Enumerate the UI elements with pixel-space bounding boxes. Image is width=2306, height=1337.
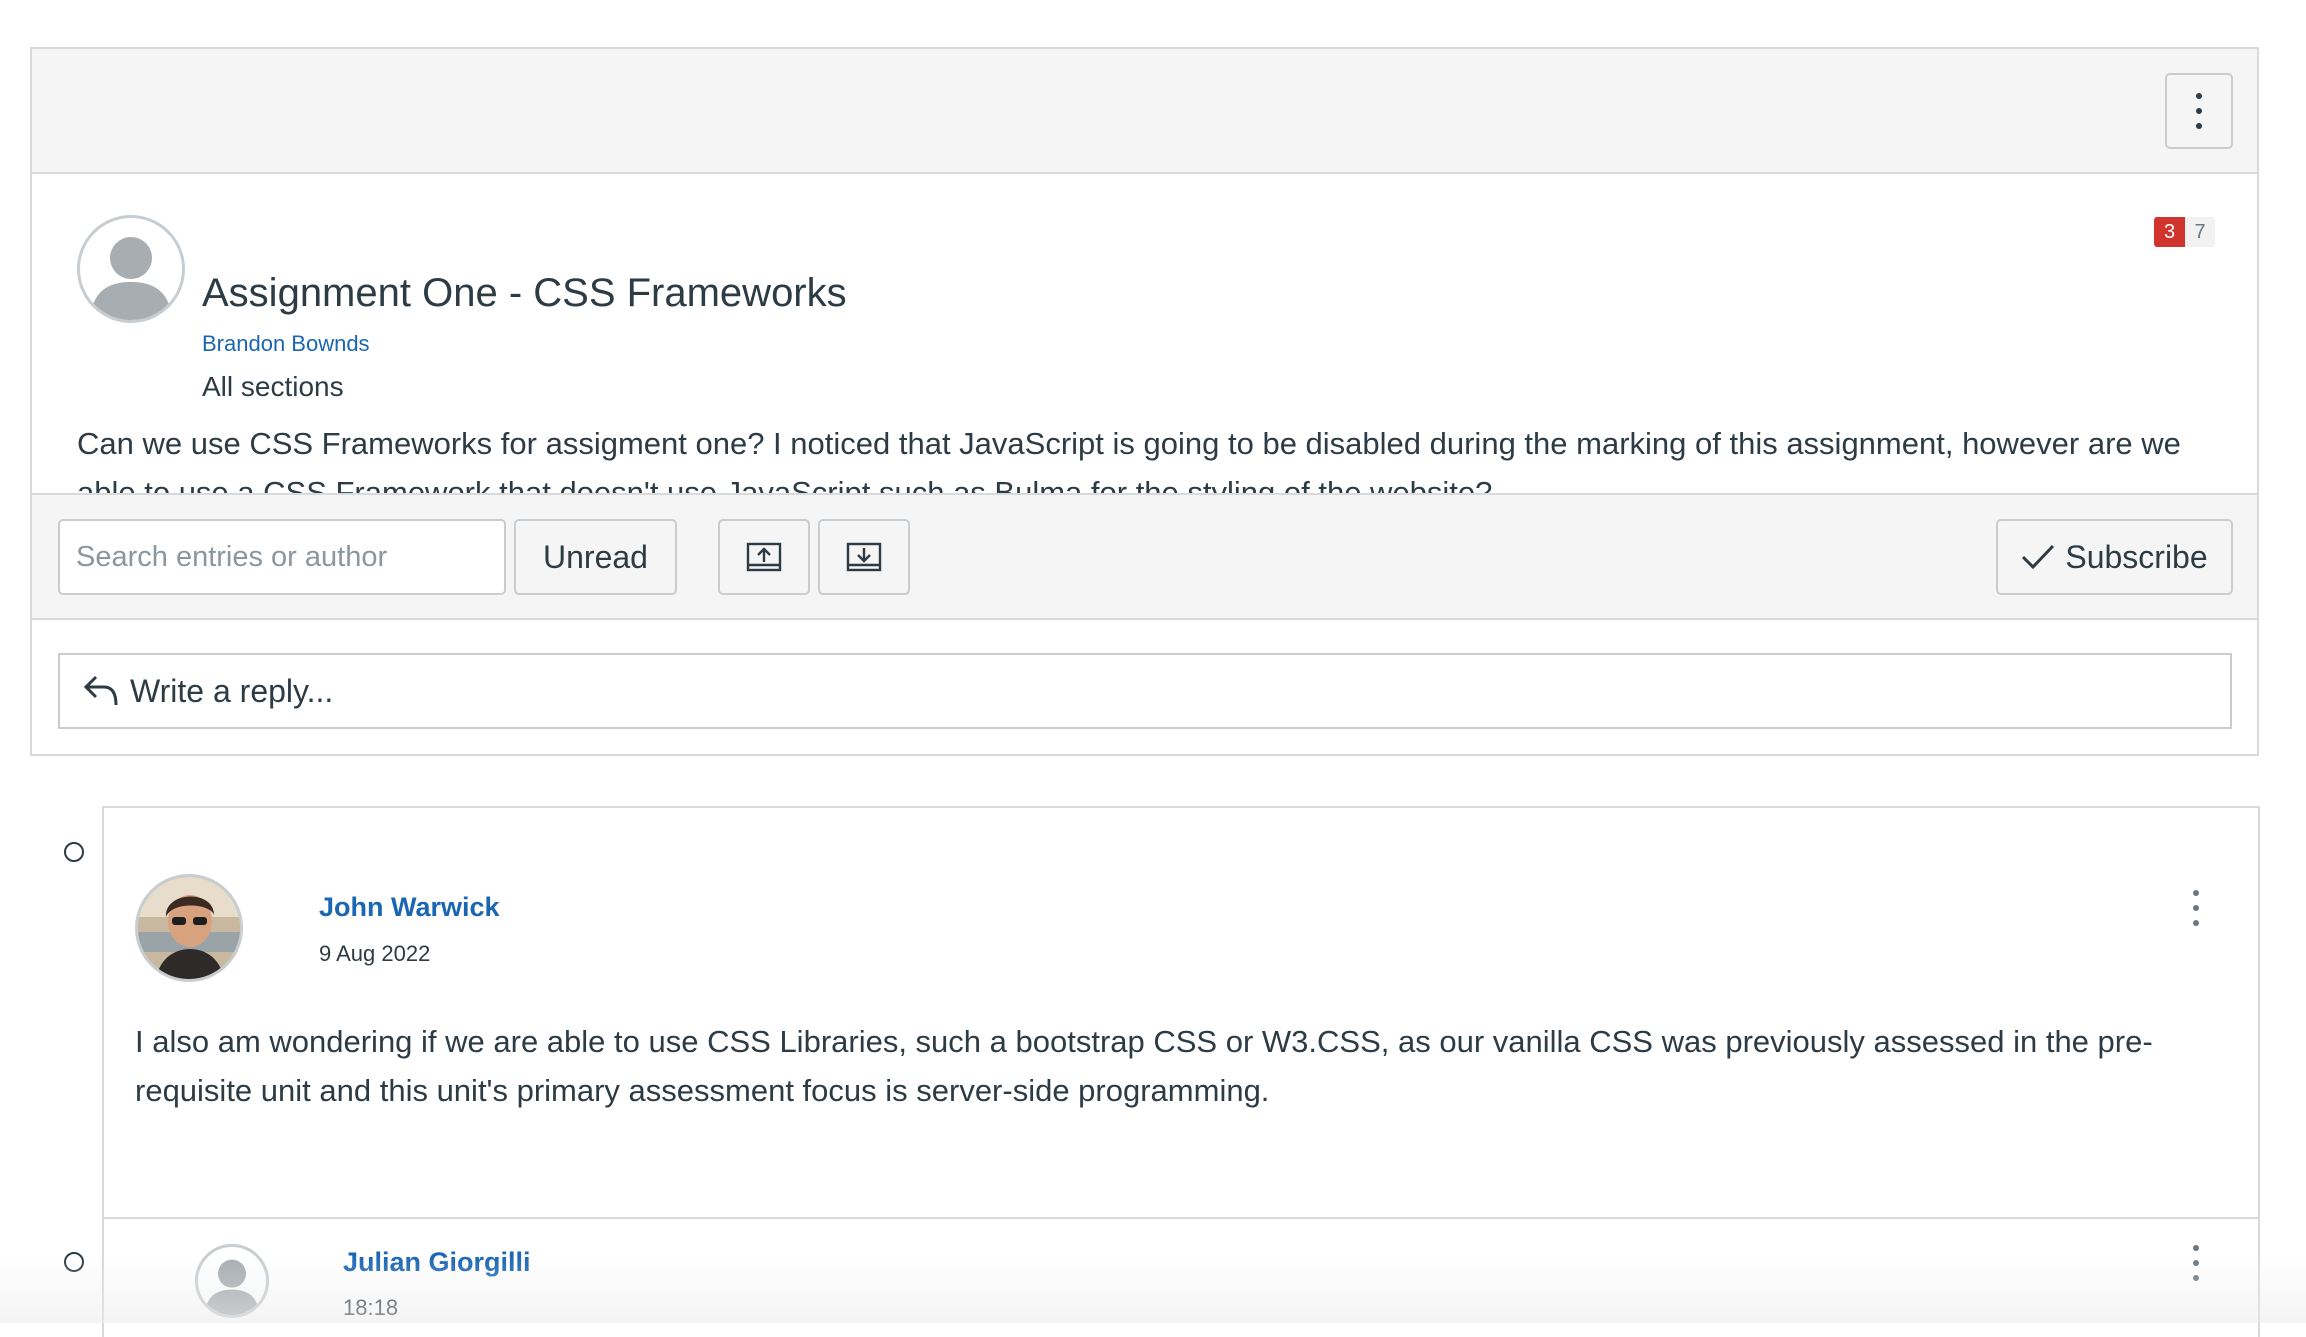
unread-filter-button[interactable]: Unread (514, 519, 677, 595)
topic-title: Assignment One - CSS Frameworks (202, 271, 847, 315)
thread-read-indicator[interactable] (64, 842, 84, 862)
reply-timestamp: 9 Aug 2022 (319, 941, 431, 966)
subscribe-label: Subscribe (2065, 538, 2208, 575)
reply-author-avatar[interactable] (195, 1244, 269, 1318)
kebab-vertical-icon (2193, 890, 2199, 926)
search-entries-input[interactable] (58, 519, 506, 595)
reply-timestamp: 18:18 (343, 1295, 399, 1320)
total-replies-badge: 7 (2185, 217, 2215, 247)
user-photo (138, 877, 240, 979)
reply-author-name[interactable]: Julian Giorgilli (343, 1247, 531, 1278)
topic-author-avatar[interactable] (77, 215, 185, 323)
check-icon (2022, 544, 2055, 570)
topic-sections-label: All sections (202, 371, 344, 402)
unread-count-badge: 3 (2154, 217, 2185, 247)
default-avatar-icon (204, 1259, 260, 1315)
collapse-threads-button[interactable] (718, 519, 810, 595)
reply-author-name[interactable]: John Warwick (319, 892, 500, 923)
write-reply-box[interactable]: Write a reply... (58, 653, 2232, 729)
default-avatar-icon (90, 237, 172, 320)
collapse-threads-icon (746, 542, 782, 572)
write-reply-label: Write a reply... (130, 672, 334, 709)
reply-message-body: I also am wondering if we are able to us… (135, 1024, 2153, 1108)
reply-options-button[interactable] (2186, 888, 2206, 928)
reply-entry-card (102, 806, 2260, 1220)
reply-author-avatar[interactable] (135, 874, 243, 982)
reply-options-button[interactable] (2186, 1243, 2206, 1283)
kebab-vertical-icon (2193, 1245, 2199, 1281)
topic-options-button[interactable] (2165, 73, 2233, 149)
discussion-topic-card: Assignment One - CSS Frameworks Brandon … (30, 47, 2259, 756)
topic-header-bar (32, 49, 2257, 174)
topic-author-link[interactable]: Brandon Bownds (202, 331, 370, 357)
thread-read-indicator[interactable] (64, 1252, 84, 1272)
kebab-vertical-icon (2196, 93, 2202, 129)
reply-arrow-icon (83, 675, 118, 706)
expand-threads-button[interactable] (818, 519, 910, 595)
expand-threads-icon (846, 542, 882, 572)
discussion-toolbar: Unread Subscribe (32, 493, 2257, 620)
subscribe-button[interactable]: Subscribe (1996, 519, 2233, 595)
